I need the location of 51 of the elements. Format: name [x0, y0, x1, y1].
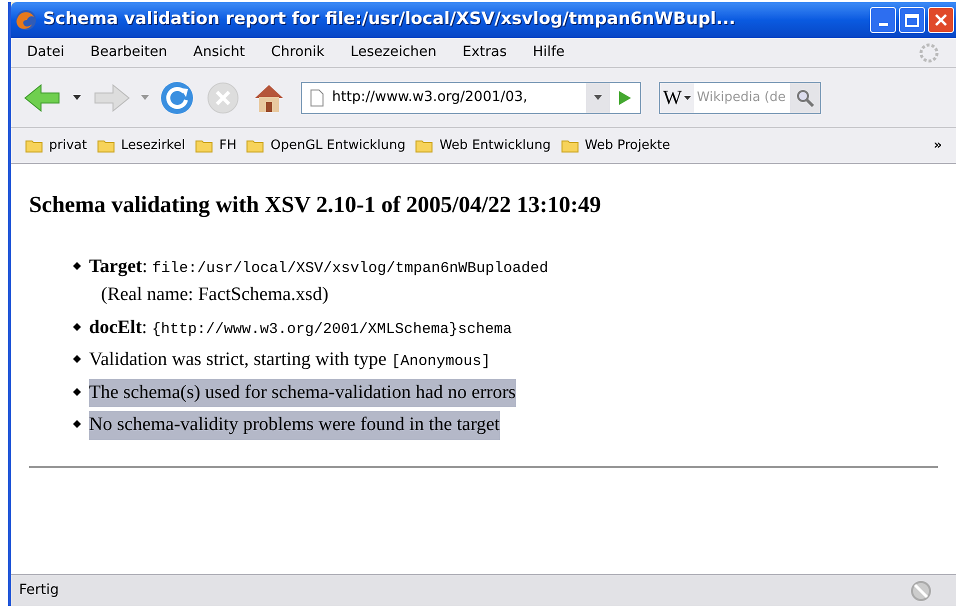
- history-dropdown[interactable]: [586, 82, 610, 112]
- bookmark-item[interactable]: Web Entwicklung: [439, 136, 551, 156]
- menu-item[interactable]: Hilfe: [532, 42, 565, 63]
- page-icon: [310, 88, 324, 106]
- folder-icon: [560, 138, 579, 153]
- page-heading: Schema validating with XSV 2.10-1 of 2005/04/22 13:10:49: [29, 191, 602, 220]
- caret-icon[interactable]: [73, 95, 81, 100]
- more-bookmarks-button[interactable]: »: [934, 136, 942, 156]
- bullet-icon: [73, 420, 81, 428]
- bullet-icon: [73, 388, 81, 396]
- minimize-icon: [878, 23, 888, 26]
- close-icon: [934, 13, 948, 27]
- menu-item[interactable]: Lesezeichen: [350, 42, 437, 63]
- list-item-note: (Real name: FactSchema.xsd): [101, 283, 330, 307]
- bookmark-item[interactable]: OpenGL Entwicklung: [270, 136, 406, 156]
- caret-icon: [594, 95, 602, 100]
- bookmark-item[interactable]: Web Projekte: [584, 136, 670, 156]
- throbber-icon: [918, 42, 940, 64]
- folder-icon: [415, 138, 434, 153]
- window-title: Schema validation report for file:/usr/local/XSV/xsvlog/tmpan6nWBupl...: [43, 8, 736, 32]
- address-text: http://www.w3.org/2001/03,: [332, 88, 529, 107]
- menu-item[interactable]: Ansicht: [193, 42, 245, 63]
- list-item-text: Target: file:/usr/local/XSV/xsvlog/tmpan6nWBuploaded: [89, 254, 548, 278]
- folder-icon: [246, 138, 264, 153]
- list-item-text: docElt: {http://www.w3.org/2001/XMLSchema}schema: [89, 316, 512, 340]
- close-button[interactable]: [928, 7, 954, 33]
- bullet-icon: [73, 262, 81, 270]
- address-field[interactable]: http://www.w3.org/2001/03,: [301, 82, 641, 114]
- bullet-icon: [73, 322, 81, 330]
- reload-icon[interactable]: [159, 80, 195, 116]
- folder-icon: [195, 138, 214, 153]
- menu-item[interactable]: Chronik: [270, 42, 325, 63]
- status-text: Fertig: [18, 581, 60, 600]
- menu-item[interactable]: Datei: [27, 42, 64, 63]
- maximize-icon: [905, 14, 919, 26]
- bookmark-item[interactable]: FH: [219, 136, 236, 156]
- blocked-icon: [910, 580, 932, 602]
- menu-item[interactable]: Extras: [462, 42, 507, 63]
- browser-logo-icon: [15, 9, 37, 31]
- list-item-text: No schema-validity problems were found in the target: [89, 411, 500, 440]
- list-item-text: Validation was strict, starting with type [Anonymous]: [89, 348, 490, 372]
- bookmark-item[interactable]: privat: [49, 136, 87, 156]
- minimize-button[interactable]: [870, 7, 896, 33]
- list-item-text: The schema(s) used for schema-validation had no errors: [89, 378, 516, 407]
- menu-item[interactable]: Bearbeiten: [90, 42, 168, 63]
- maximize-button[interactable]: [899, 7, 925, 33]
- bookmark-item[interactable]: Lesezirkel: [120, 136, 186, 156]
- folder-icon: [25, 138, 43, 153]
- bullet-icon: [73, 355, 81, 363]
- play-icon: [619, 90, 631, 104]
- folder-icon: [96, 138, 115, 153]
